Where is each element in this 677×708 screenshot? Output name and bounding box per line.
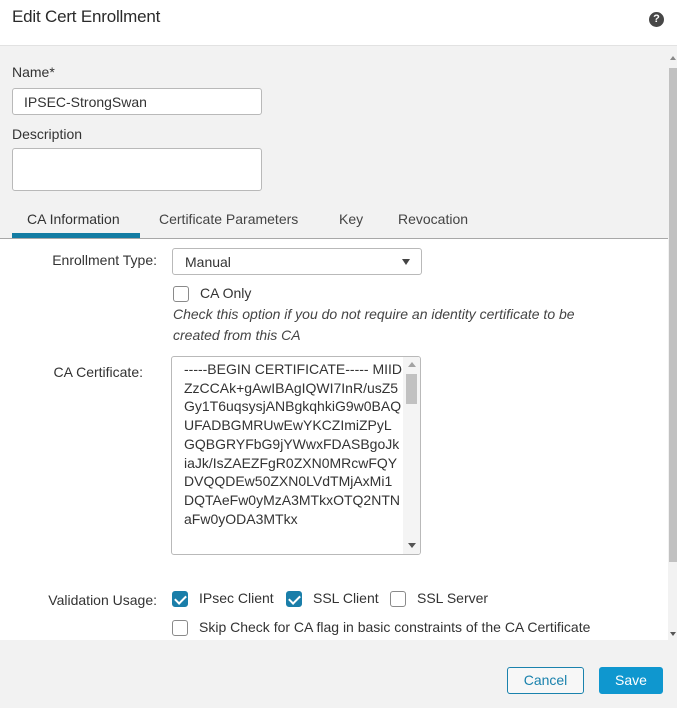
skip-ca-flag-check-label: Skip Check for CA flag in basic constrai…: [199, 619, 591, 635]
active-tab-indicator: [12, 233, 140, 238]
scroll-down-icon[interactable]: [408, 543, 416, 548]
save-button[interactable]: Save: [599, 667, 663, 694]
ca-certificate-scrollbar[interactable]: [403, 357, 420, 554]
tab-key[interactable]: Key: [339, 211, 363, 227]
enrollment-type-label: Enrollment Type:: [52, 252, 157, 268]
scroll-down-icon[interactable]: [670, 632, 676, 636]
validation-usage-label: Validation Usage:: [48, 592, 157, 608]
tab-revocation[interactable]: Revocation: [398, 211, 468, 227]
ca-only-checkbox[interactable]: [173, 286, 189, 302]
scroll-thumb[interactable]: [406, 374, 417, 404]
chevron-down-icon: [402, 259, 410, 265]
dialog-body: Name* Description CA Information Certifi…: [0, 47, 668, 640]
enrollment-type-value: Manual: [185, 254, 231, 270]
ca-certificate-textarea[interactable]: -----BEGIN CERTIFICATE----- MIIDZzCCAk+g…: [171, 356, 421, 555]
ca-certificate-label: CA Certificate:: [53, 364, 143, 380]
description-label: Description: [12, 126, 83, 142]
ca-certificate-text: -----BEGIN CERTIFICATE----- MIIDZzCCAk+g…: [184, 361, 403, 527]
ca-information-panel: Enrollment Type: Manual CA Only Check th…: [0, 239, 668, 640]
dialog-scrollbar[interactable]: [668, 47, 677, 640]
ssl-client-label: SSL Client: [313, 590, 379, 606]
ca-only-label: CA Only: [200, 285, 252, 301]
dialog-footer: Cancel Save: [0, 640, 677, 708]
tab-certificate-parameters[interactable]: Certificate Parameters: [159, 211, 298, 227]
name-label: Name*: [12, 64, 55, 80]
tab-ca-information[interactable]: CA Information: [27, 211, 120, 227]
ipsec-client-label: IPsec Client: [199, 590, 274, 606]
cancel-button[interactable]: Cancel: [507, 667, 584, 694]
description-input[interactable]: [12, 148, 262, 191]
dialog-header: Edit Cert Enrollment ?: [0, 0, 677, 46]
scroll-thumb[interactable]: [669, 68, 677, 562]
scroll-up-icon[interactable]: [408, 362, 416, 367]
ssl-server-checkbox[interactable]: [390, 591, 406, 607]
skip-ca-flag-check-checkbox[interactable]: [172, 620, 188, 636]
help-icon[interactable]: ?: [649, 12, 664, 27]
name-input[interactable]: [12, 88, 262, 115]
enrollment-type-select[interactable]: Manual: [172, 248, 422, 275]
ssl-client-checkbox[interactable]: [286, 591, 302, 607]
ssl-server-label: SSL Server: [417, 590, 489, 606]
ipsec-client-checkbox[interactable]: [172, 591, 188, 607]
scroll-up-icon[interactable]: [670, 56, 676, 60]
ca-only-hint: Check this option if you do not require …: [173, 306, 575, 343]
dialog-title: Edit Cert Enrollment: [12, 7, 161, 26]
